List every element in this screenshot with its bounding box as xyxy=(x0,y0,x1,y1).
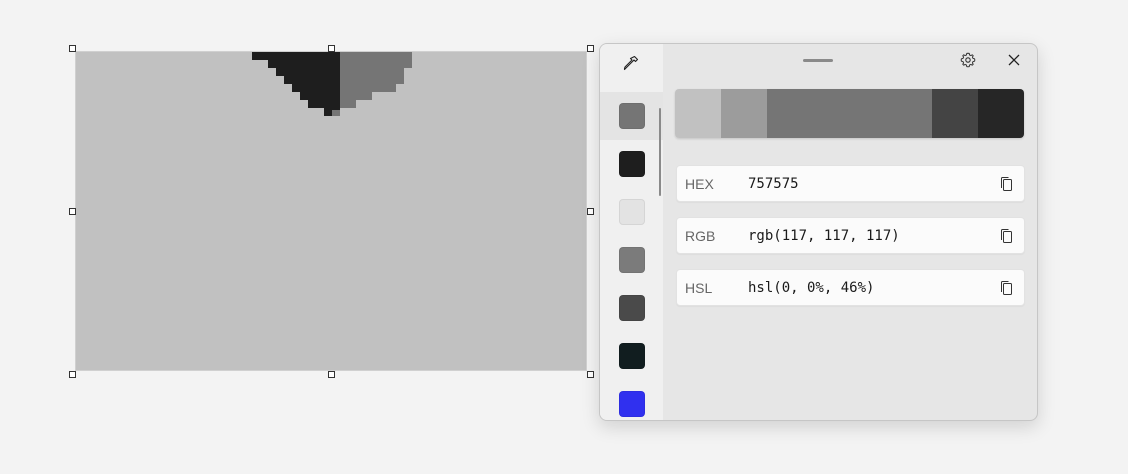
color-swatch xyxy=(618,247,645,273)
settings-button[interactable] xyxy=(952,46,984,74)
shade-segment[interactable] xyxy=(877,89,932,138)
history-swatch-item[interactable] xyxy=(600,236,663,284)
close-icon xyxy=(1008,54,1020,66)
resize-handle[interactable] xyxy=(328,45,335,52)
color-format-row-hex: HEX 757575 xyxy=(676,165,1025,202)
shade-segment[interactable] xyxy=(978,89,1024,138)
format-value[interactable]: rgb(117, 117, 117) xyxy=(748,228,900,244)
resize-handle[interactable] xyxy=(328,371,335,378)
triangle-shape xyxy=(252,52,412,116)
shade-segment[interactable] xyxy=(721,89,767,138)
resize-handle[interactable] xyxy=(69,371,76,378)
eyedropper-icon xyxy=(623,55,639,71)
resize-handle[interactable] xyxy=(587,45,594,52)
format-label: HSL xyxy=(685,280,713,296)
copy-button[interactable] xyxy=(995,277,1017,299)
color-history-sidebar xyxy=(600,44,663,420)
history-swatch-item[interactable] xyxy=(600,332,663,380)
format-value[interactable]: 757575 xyxy=(748,176,799,192)
copy-button[interactable] xyxy=(995,225,1017,247)
close-button[interactable] xyxy=(998,46,1030,74)
color-swatch xyxy=(618,295,645,321)
format-value[interactable]: hsl(0, 0%, 46%) xyxy=(748,280,874,296)
history-swatch-item[interactable] xyxy=(600,140,663,188)
resize-handle[interactable] xyxy=(69,208,76,215)
history-swatch-item[interactable] xyxy=(600,380,663,420)
shade-segment[interactable] xyxy=(675,89,721,138)
history-scrollbar[interactable] xyxy=(659,108,661,196)
copy-icon xyxy=(1001,177,1012,191)
color-swatch xyxy=(618,199,645,225)
color-swatch xyxy=(618,391,645,417)
copy-icon xyxy=(1001,229,1012,243)
copy-icon xyxy=(1001,281,1012,295)
copy-button[interactable] xyxy=(995,173,1017,195)
format-label: RGB xyxy=(685,228,716,244)
color-swatch xyxy=(618,103,645,129)
color-format-row-hsl: HSL hsl(0, 0%, 46%) xyxy=(676,269,1025,306)
shape-dark-half xyxy=(252,52,340,116)
drag-handle[interactable] xyxy=(803,59,833,62)
format-label: HEX xyxy=(685,176,714,192)
resize-handle[interactable] xyxy=(587,208,594,215)
resize-handle[interactable] xyxy=(69,45,76,52)
resize-handle[interactable] xyxy=(587,371,594,378)
shade-segment[interactable] xyxy=(822,89,877,138)
history-swatch-item[interactable] xyxy=(600,92,663,140)
color-format-row-rgb: RGB rgb(117, 117, 117) xyxy=(676,217,1025,254)
gear-icon xyxy=(960,52,976,68)
image-canvas[interactable] xyxy=(75,51,587,371)
shape-gray-half xyxy=(332,52,412,116)
history-swatch-item[interactable] xyxy=(600,284,663,332)
color-swatch xyxy=(618,343,645,369)
color-shade-strip xyxy=(675,89,1024,138)
shade-segment[interactable] xyxy=(932,89,978,138)
history-swatch-item[interactable] xyxy=(600,188,663,236)
eyedropper-button[interactable] xyxy=(614,48,648,78)
color-picker-panel: HEX 757575 RGB rgb(117, 117, 117) HSL hsl(0, … xyxy=(599,43,1038,421)
shade-segment[interactable] xyxy=(767,89,822,138)
color-swatch xyxy=(618,151,645,177)
